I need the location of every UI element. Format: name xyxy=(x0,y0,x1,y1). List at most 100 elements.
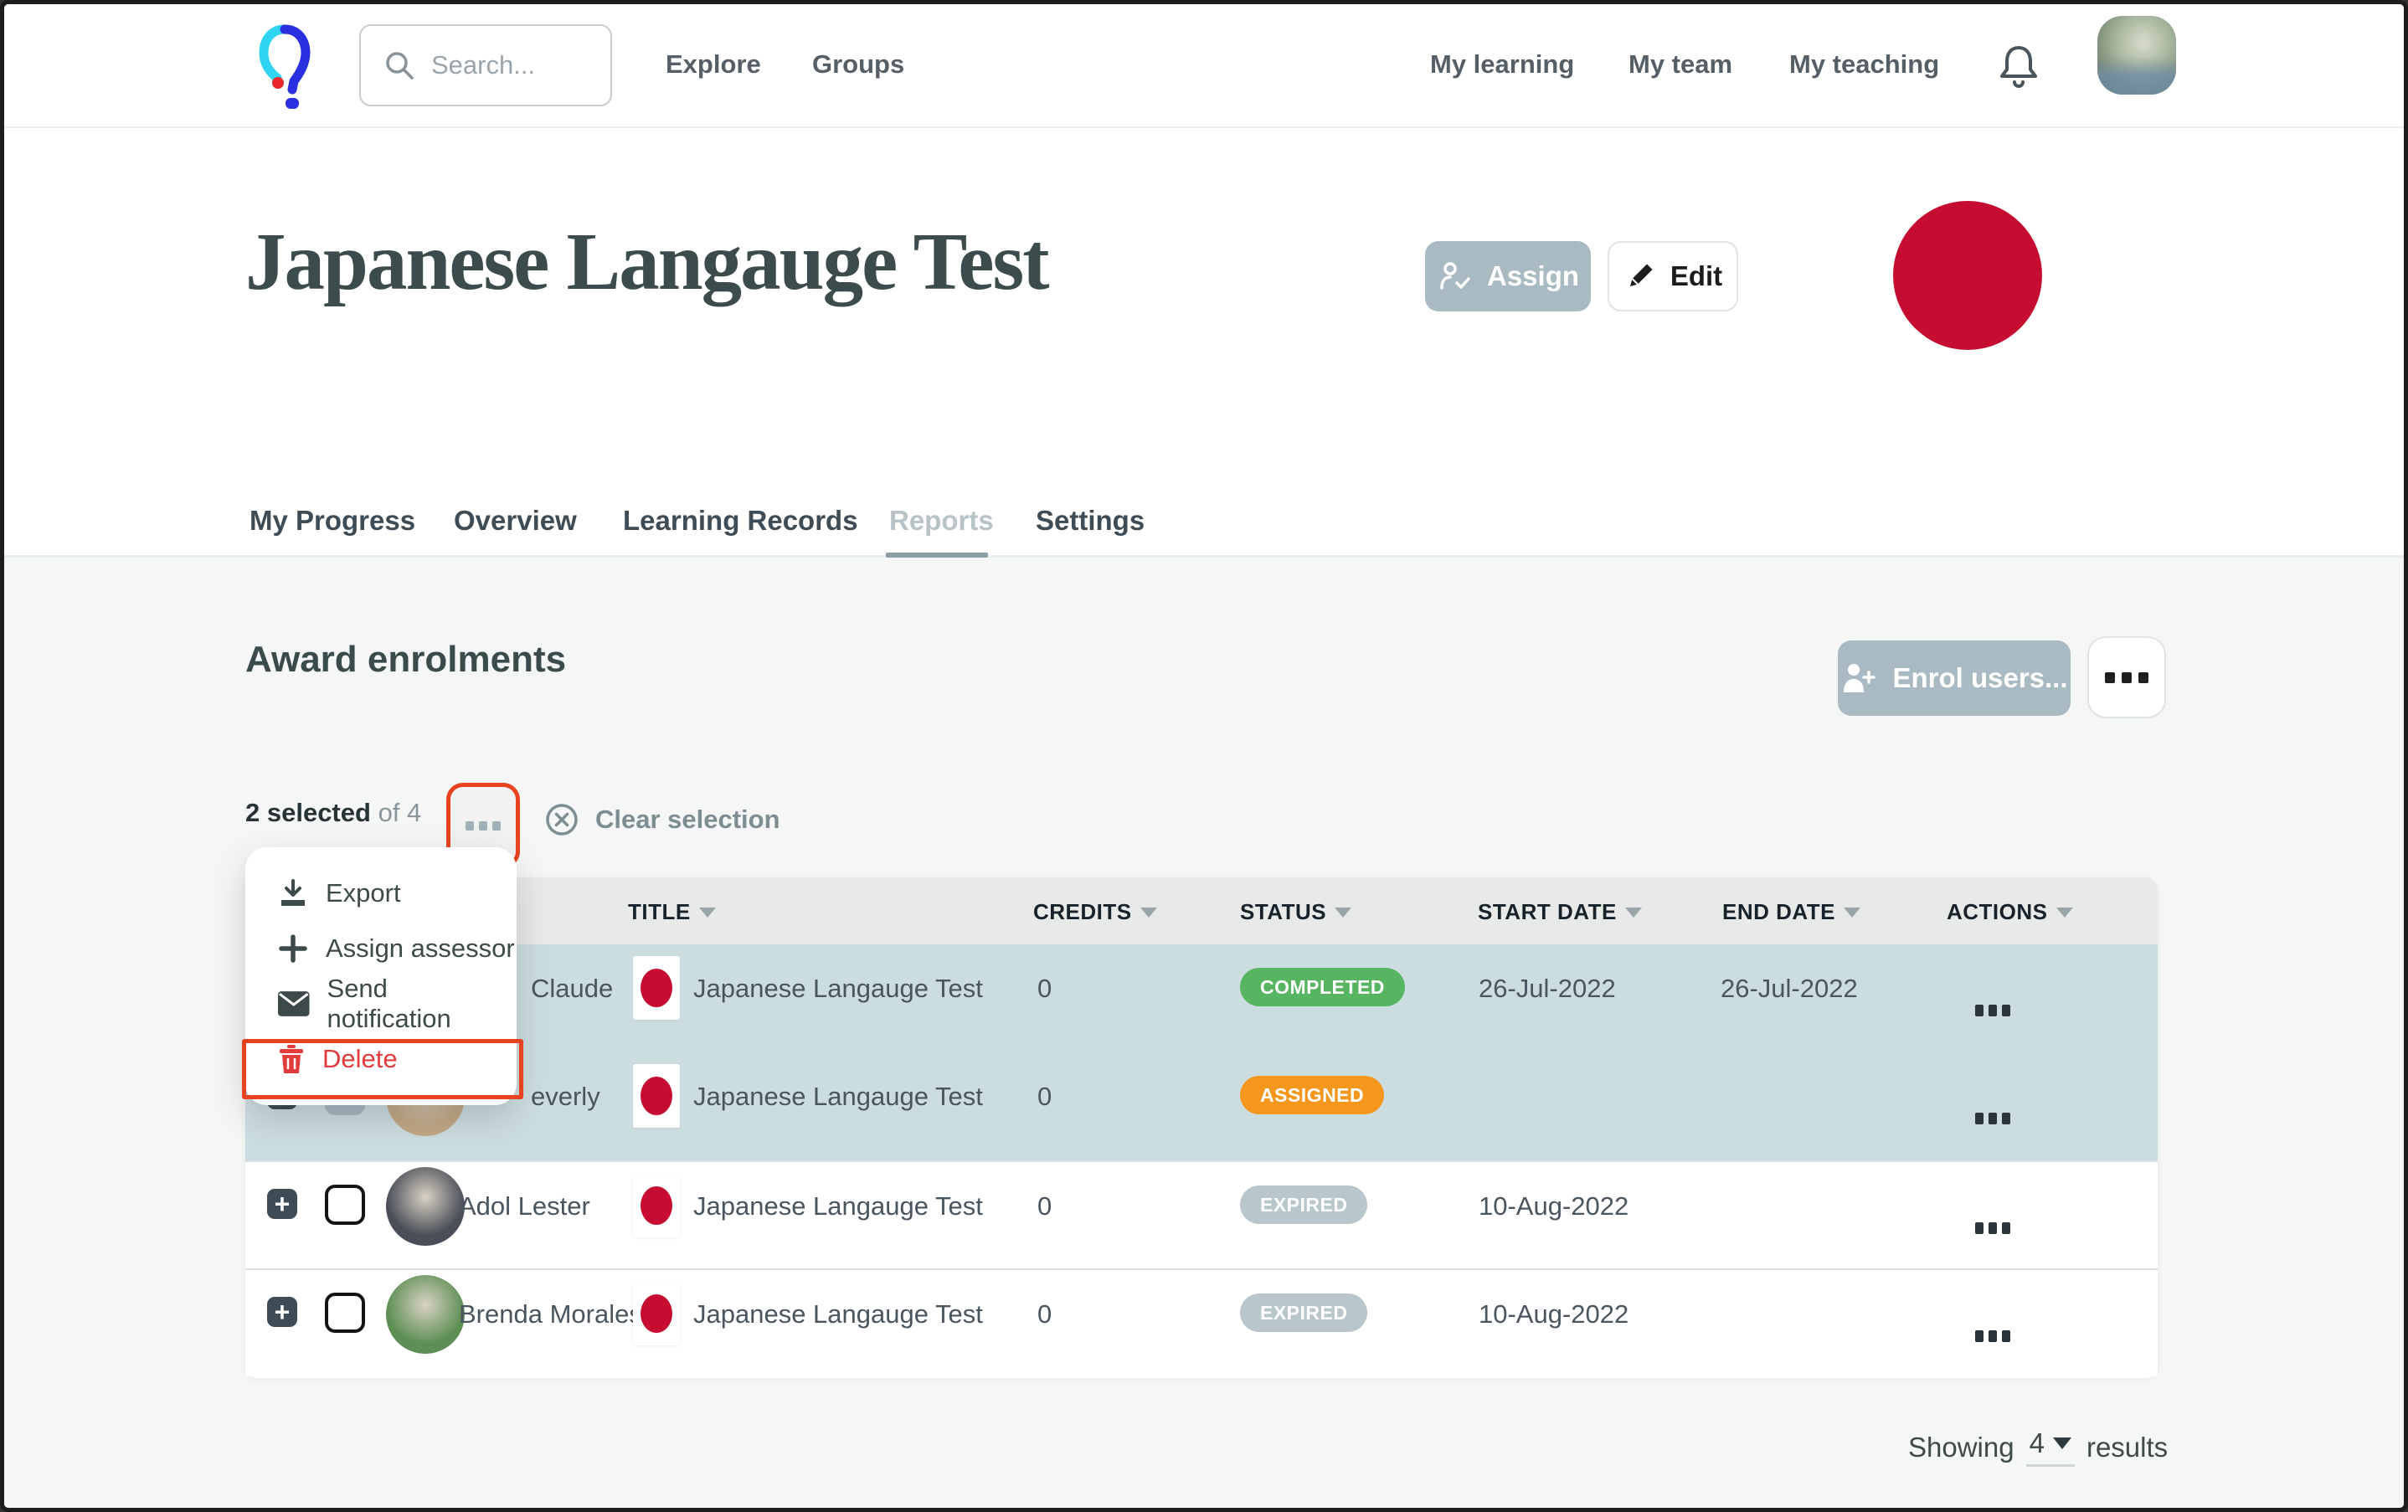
award-thumbnail-japan-flag xyxy=(633,956,680,1020)
row-checkbox[interactable] xyxy=(325,1185,365,1225)
status-badge: EXPIRED xyxy=(1240,1293,1368,1332)
status-badge: COMPLETED xyxy=(1240,968,1405,1006)
enrol-users-label: Enrol users... xyxy=(1892,662,2068,693)
column-header-end-date[interactable]: END DATE xyxy=(1722,899,1860,925)
row-avatar xyxy=(386,1275,465,1354)
trash-icon xyxy=(280,1045,303,1073)
row-actions-button[interactable] xyxy=(1975,1330,2010,1342)
notification-bell-icon[interactable] xyxy=(1997,43,2040,91)
pencil-icon xyxy=(1629,264,1653,286)
edit-button[interactable]: Edit xyxy=(1608,241,1738,311)
expand-row-icon[interactable]: + xyxy=(267,1189,297,1219)
app-window: Explore Groups My learning My team My te… xyxy=(0,0,2408,1512)
chevron-down-icon xyxy=(2052,1437,2071,1449)
nav-my-learning[interactable]: My learning xyxy=(1430,49,1574,80)
nav-my-teaching[interactable]: My teaching xyxy=(1789,49,1939,80)
tab-reports[interactable]: Reports xyxy=(889,505,994,537)
row-avatar xyxy=(386,1167,465,1246)
nav-my-team[interactable]: My team xyxy=(1628,49,1732,80)
results-count-dropdown[interactable]: 4 xyxy=(2025,1427,2075,1467)
brand-logo-icon[interactable] xyxy=(255,23,314,110)
section-heading: Award enrolments xyxy=(245,639,567,680)
enrolments-table: TITLE CREDITS STATUS START DATE END DATE… xyxy=(245,877,2158,1378)
award-title[interactable]: Japanese Langauge Test xyxy=(693,1191,983,1221)
table-row[interactable]: + everly Japanese Langauge Test 0 ASSIGN… xyxy=(245,1052,2158,1160)
expand-row-icon[interactable]: + xyxy=(267,1297,297,1327)
award-title[interactable]: Japanese Langauge Test xyxy=(693,1299,983,1329)
more-icon xyxy=(466,820,474,831)
award-thumbnail-japan-flag xyxy=(633,1064,680,1128)
award-thumbnail-japan-flag xyxy=(633,1282,680,1345)
table-row[interactable]: + Claude Japanese Langauge Test 0 COMPLE… xyxy=(245,944,2158,1052)
sort-caret-icon xyxy=(1624,907,1642,918)
credits-value: 0 xyxy=(1037,1299,1052,1329)
award-thumbnail-japan-flag xyxy=(633,1174,680,1237)
tab-my-progress[interactable]: My Progress xyxy=(250,505,415,537)
selection-count: 2 selected xyxy=(245,798,371,827)
status-badge: ASSIGNED xyxy=(1240,1076,1385,1114)
selection-summary: 2 selected of 4 xyxy=(245,798,421,828)
menu-item-export[interactable]: Export xyxy=(245,866,517,921)
results-label: results xyxy=(2086,1431,2169,1463)
tab-overview[interactable]: Overview xyxy=(454,505,577,537)
learner-name[interactable]: Adol Lester xyxy=(459,1191,590,1221)
tab-learning-records[interactable]: Learning Records xyxy=(623,505,858,537)
award-title[interactable]: Japanese Langauge Test xyxy=(693,974,983,1004)
download-icon xyxy=(281,879,305,906)
sort-caret-icon xyxy=(1335,907,1352,918)
top-navbar: Explore Groups My learning My team My te… xyxy=(4,4,2404,128)
sort-caret-icon xyxy=(1843,907,1860,918)
credits-value: 0 xyxy=(1037,974,1052,1003)
clear-circle-x-icon xyxy=(546,804,578,836)
menu-item-delete[interactable]: Delete xyxy=(245,1031,517,1087)
section-more-button[interactable] xyxy=(2087,636,2166,718)
column-header-credits[interactable]: CREDITS xyxy=(1033,899,1157,925)
nav-explore[interactable]: Explore xyxy=(666,49,761,80)
tab-settings[interactable]: Settings xyxy=(1036,505,1145,537)
column-header-title[interactable]: TITLE xyxy=(628,899,716,925)
clear-selection-label: Clear selection xyxy=(595,805,780,834)
assign-button[interactable]: Assign xyxy=(1425,241,1591,311)
menu-item-assign-assessor[interactable]: Assign assessor xyxy=(245,921,517,976)
row-actions-button[interactable] xyxy=(1975,1222,2010,1234)
status-badge: EXPIRED xyxy=(1240,1185,1368,1224)
edit-button-label: Edit xyxy=(1670,260,1723,291)
menu-item-send-notification[interactable]: Send notification xyxy=(245,974,517,1033)
search-box xyxy=(359,24,612,106)
award-image-japan-flag xyxy=(1893,201,2042,350)
column-header-actions[interactable]: ACTIONS xyxy=(1947,899,2073,925)
row-actions-button[interactable] xyxy=(1975,1005,2010,1016)
credits-value: 0 xyxy=(1037,1082,1052,1111)
sort-caret-icon xyxy=(698,907,716,918)
plus-icon xyxy=(279,934,307,963)
award-title[interactable]: Japanese Langauge Test xyxy=(693,1082,983,1112)
row-checkbox[interactable] xyxy=(325,1293,365,1333)
start-date: 26-Jul-2022 xyxy=(1479,974,1616,1003)
showing-label: Showing xyxy=(1908,1431,2014,1463)
row-actions-button[interactable] xyxy=(1975,1113,2010,1124)
table-header-row: TITLE CREDITS STATUS START DATE END DATE… xyxy=(245,877,2158,944)
selection-of: of 4 xyxy=(378,798,422,827)
search-icon xyxy=(386,52,414,80)
credits-value: 0 xyxy=(1037,1191,1052,1221)
bulk-actions-menu: Export Assign assessor Send notification… xyxy=(245,847,517,1105)
results-pagination: Showing 4 results xyxy=(1908,1427,2168,1467)
sort-caret-icon xyxy=(1140,907,1157,918)
user-avatar[interactable] xyxy=(2097,16,2176,95)
clear-selection-button[interactable]: Clear selection xyxy=(543,801,780,838)
column-header-status[interactable]: STATUS xyxy=(1240,899,1352,925)
more-icon xyxy=(2105,671,2115,683)
column-header-start-date[interactable]: START DATE xyxy=(1478,899,1642,925)
page-title: Japanese Langauge Test xyxy=(245,217,1050,306)
start-date: 10-Aug-2022 xyxy=(1479,1191,1629,1221)
nav-groups[interactable]: Groups xyxy=(812,49,904,80)
assign-button-label: Assign xyxy=(1486,260,1580,291)
table-row[interactable]: + Adol Lester Japanese Langauge Test 0 E… xyxy=(245,1160,2158,1268)
person-plus-icon xyxy=(1844,664,1876,692)
enrol-users-button[interactable]: Enrol users... xyxy=(1838,640,2071,716)
learner-name[interactable]: Brenda Morales xyxy=(459,1299,642,1329)
search-input[interactable] xyxy=(431,50,599,80)
person-check-icon xyxy=(1440,262,1470,290)
envelope-icon xyxy=(277,991,310,1016)
table-row[interactable]: + Brenda Morales Japanese Langauge Test … xyxy=(245,1268,2158,1376)
